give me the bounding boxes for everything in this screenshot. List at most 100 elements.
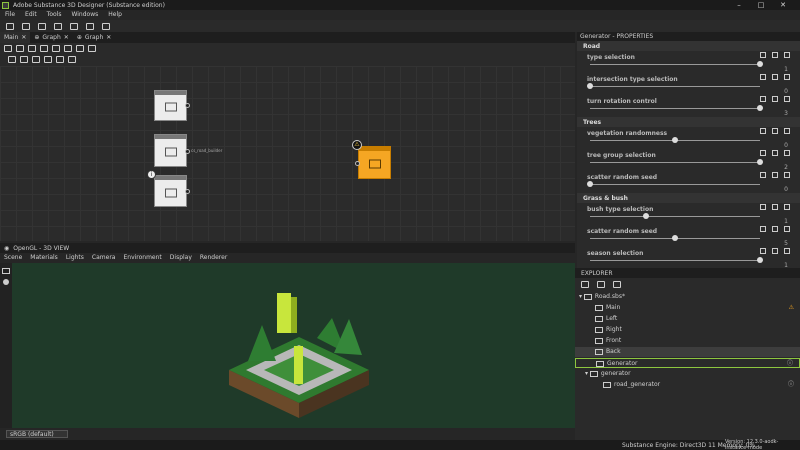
close-icon[interactable]: ✕ [64, 34, 69, 41]
tree-item-graph[interactable]: Left [575, 314, 800, 324]
colorspace-select[interactable]: sRGB (default) [6, 430, 68, 438]
tree-item-package[interactable]: ▾ Road.sbs* [575, 292, 800, 302]
view3d-menu-camera[interactable]: Camera [88, 253, 120, 263]
graph-canvas[interactable]: cs_road_builder i ⚠ [0, 66, 575, 241]
graph-node[interactable] [154, 90, 190, 121]
snap-icon[interactable] [68, 56, 76, 63]
menu-tools[interactable]: Tools [42, 10, 67, 20]
reset-icon[interactable] [784, 172, 790, 178]
open-icon[interactable] [22, 22, 30, 30]
param-slider[interactable] [590, 216, 760, 217]
link-icon[interactable] [44, 56, 52, 63]
slider-knob[interactable] [757, 105, 763, 111]
expose-icon[interactable] [760, 226, 766, 232]
view3d-menu-environment[interactable]: Environment [119, 253, 165, 263]
expose-icon[interactable] [760, 150, 766, 156]
light-icon[interactable] [3, 279, 9, 285]
slider-knob[interactable] [587, 181, 593, 187]
grid-icon[interactable] [88, 45, 96, 52]
view3d-viewport[interactable] [12, 263, 575, 428]
reset-icon[interactable] [784, 226, 790, 232]
camera-icon[interactable] [2, 268, 10, 274]
link-icon[interactable] [772, 172, 778, 178]
reset-icon[interactable] [784, 96, 790, 102]
param-slider[interactable] [590, 64, 760, 65]
view3d-menu-materials[interactable]: Materials [26, 253, 62, 263]
expose-icon[interactable] [760, 96, 766, 102]
redo-icon[interactable] [102, 22, 110, 30]
param-slider[interactable] [590, 108, 760, 109]
pin-icon[interactable] [52, 45, 60, 52]
reset-icon[interactable] [784, 150, 790, 156]
link-icon[interactable] [772, 96, 778, 102]
frame-node-icon[interactable] [20, 56, 28, 63]
section-grass-bush[interactable]: Grass & bush [577, 193, 800, 203]
tree-item-graph[interactable]: Back [575, 347, 800, 357]
text-icon[interactable] [40, 45, 48, 52]
view3d-menu-scene[interactable]: Scene [0, 253, 26, 263]
output-pin[interactable] [185, 149, 190, 154]
folder-icon[interactable] [54, 22, 62, 30]
tree-item-graph-selected[interactable]: Generator ⓘ [575, 358, 800, 368]
graph-node[interactable] [154, 134, 190, 167]
save-icon[interactable] [581, 280, 589, 288]
link-icon[interactable] [772, 52, 778, 58]
reset-icon[interactable] [784, 74, 790, 80]
comment-icon[interactable] [8, 56, 16, 63]
view3d-menu-renderer[interactable]: Renderer [196, 253, 231, 263]
cut-icon[interactable] [64, 45, 72, 52]
input-pin[interactable] [355, 161, 360, 166]
close-icon[interactable]: ✕ [21, 34, 26, 41]
output-pin[interactable] [185, 189, 190, 194]
camera-icon[interactable] [28, 45, 36, 52]
slider-knob[interactable] [643, 213, 650, 219]
maximize-icon[interactable]: □ [752, 0, 770, 10]
tree-item-graph[interactable]: Right [575, 325, 800, 335]
output-pin[interactable] [185, 103, 190, 108]
link-icon[interactable] [772, 204, 778, 210]
expose-icon[interactable] [760, 128, 766, 134]
minimize-icon[interactable]: – [730, 0, 748, 10]
menu-help[interactable]: Help [103, 10, 127, 20]
expose-icon[interactable] [760, 74, 766, 80]
param-slider[interactable] [590, 86, 760, 87]
move-icon[interactable] [16, 45, 24, 52]
section-trees[interactable]: Trees [577, 117, 800, 127]
tree-item-graph[interactable]: Front [575, 336, 800, 346]
slider-knob[interactable] [757, 159, 763, 165]
link-icon[interactable] [772, 74, 778, 80]
menu-windows[interactable]: Windows [66, 10, 103, 20]
align-icon[interactable] [56, 56, 64, 63]
publish-icon[interactable] [613, 280, 621, 288]
param-slider[interactable] [590, 260, 760, 261]
link-icon[interactable] [772, 226, 778, 232]
slider-knob[interactable] [757, 61, 763, 67]
export-icon[interactable] [597, 280, 605, 288]
expose-icon[interactable] [760, 52, 766, 58]
expose-icon[interactable] [760, 172, 766, 178]
layout-icon[interactable] [76, 45, 84, 52]
undo-icon[interactable] [86, 22, 94, 30]
export-icon[interactable] [70, 22, 78, 30]
generator-output-node[interactable] [355, 146, 391, 179]
menu-edit[interactable]: Edit [20, 10, 42, 20]
expose-icon[interactable] [760, 248, 766, 254]
reset-icon[interactable] [784, 52, 790, 58]
expose-icon[interactable] [760, 204, 766, 210]
tab-main[interactable]: Main ✕ [0, 32, 31, 43]
close-icon[interactable]: ✕ [774, 0, 792, 10]
tab-graph-1[interactable]: ⊕ Graph ✕ [30, 32, 72, 43]
slider-knob[interactable] [587, 83, 593, 89]
reset-icon[interactable] [784, 128, 790, 134]
close-icon[interactable]: ✕ [106, 34, 111, 41]
link-icon[interactable] [772, 150, 778, 156]
link-icon[interactable] [772, 248, 778, 254]
pin-node-icon[interactable] [32, 56, 40, 63]
tree-item-graph[interactable]: Main ⚠ [575, 303, 800, 313]
tree-item-folder[interactable]: ▾ generator [575, 369, 800, 379]
new-icon[interactable] [6, 22, 14, 30]
save-icon[interactable] [38, 22, 46, 30]
graph-node[interactable] [154, 175, 190, 207]
tab-graph-2[interactable]: ⊕ Graph ✕ [73, 32, 115, 43]
section-road[interactable]: Road [577, 41, 800, 51]
